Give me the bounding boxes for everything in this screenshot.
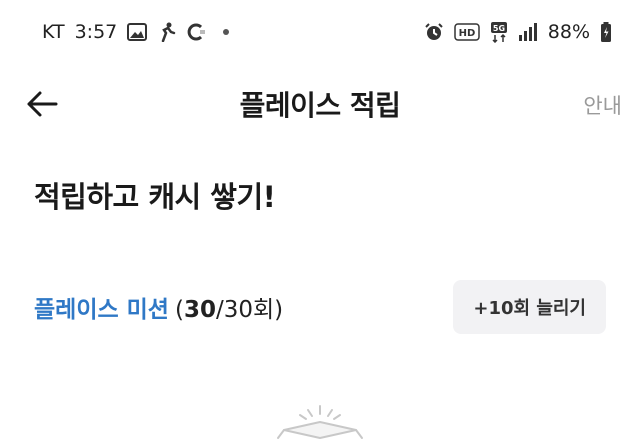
battery-percent: 88%	[547, 21, 590, 43]
mission-total-count: /30회	[215, 297, 275, 323]
page-title: 플레이스 적립	[239, 89, 401, 122]
clock: 3:57	[74, 21, 118, 43]
notification-dot	[223, 29, 230, 35]
mission-done-count: 30	[183, 297, 216, 323]
walk-icon	[157, 22, 177, 42]
hd-badge-text: HD	[458, 28, 475, 39]
alarm-icon	[424, 22, 444, 42]
guide-link[interactable]: 안내	[583, 90, 622, 120]
empty-box-icon	[277, 405, 363, 439]
back-button[interactable]	[22, 86, 62, 122]
mission-label: 플레이스 미션 (30/30회)	[34, 290, 283, 324]
status-right: HD 5G 88%	[424, 21, 612, 43]
app-bar: 플레이스 적립 안내	[0, 72, 640, 136]
network-type-text: 5G	[493, 24, 505, 33]
mission-name: 플레이스 미션	[34, 297, 169, 323]
back-arrow-icon	[27, 91, 58, 117]
status-bar: KT 3:57 HD 5G 88%	[0, 0, 640, 64]
screen: KT 3:57 HD 5G 88% 플레이스 적립 안내 적립하고 캐시 쌓기!…	[0, 0, 640, 440]
app-icon	[187, 23, 207, 41]
mission-count: (30/30회)	[175, 290, 283, 324]
status-left: KT 3:57	[42, 21, 230, 43]
headline: 적립하고 캐시 쌓기!	[34, 180, 276, 214]
5g-icon: 5G	[490, 21, 508, 43]
carrier-label: KT	[42, 21, 65, 43]
mission-row: 플레이스 미션 (30/30회) +10회 늘리기	[34, 280, 606, 334]
increase-mission-button[interactable]: +10회 늘리기	[453, 280, 606, 334]
battery-icon	[600, 22, 612, 42]
signal-icon	[518, 23, 538, 41]
mission-count-open: (	[174, 297, 184, 323]
mission-count-close: )	[274, 297, 284, 323]
gallery-icon	[127, 23, 148, 41]
hd-icon: HD	[454, 23, 480, 41]
